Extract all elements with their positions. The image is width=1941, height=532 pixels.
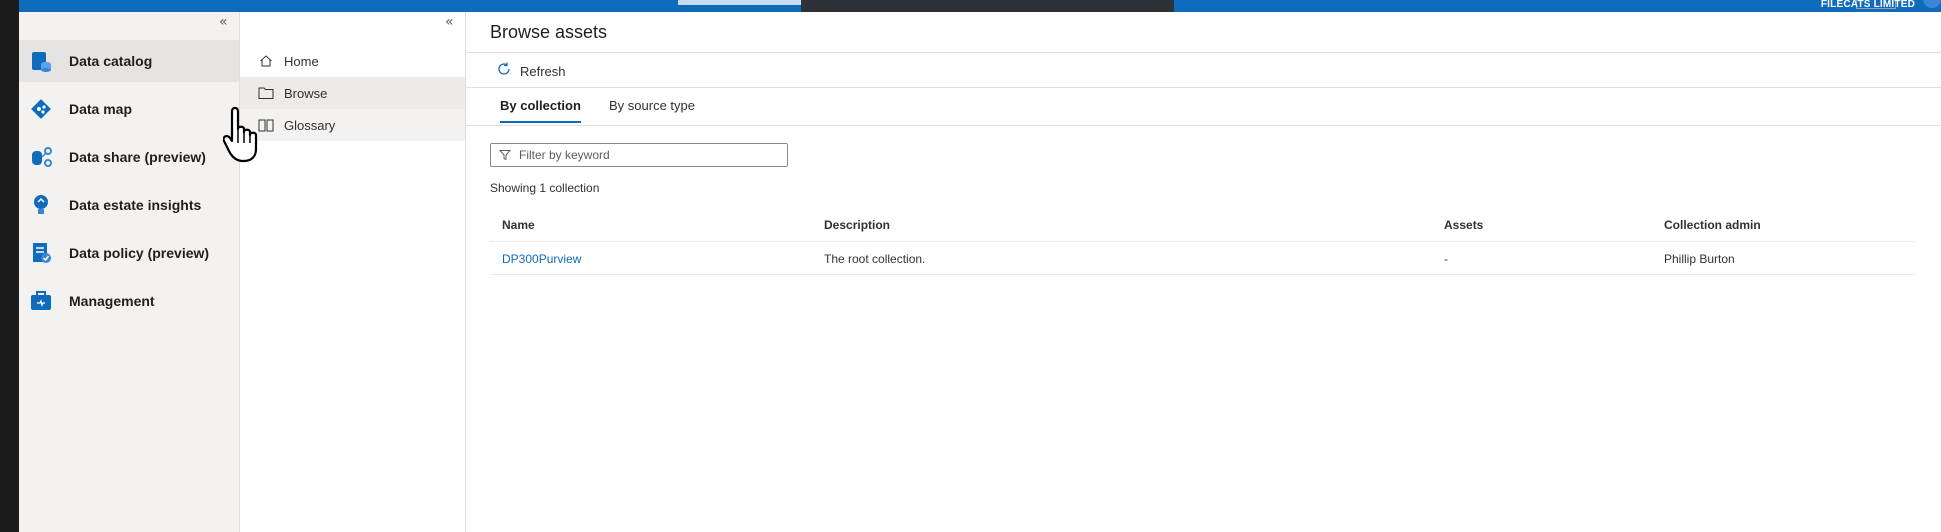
collections-table: Name Description Assets Collection admin… [490, 209, 1916, 275]
main-content: Browse assets Refresh By collection By s… [466, 12, 1941, 532]
results-count: Showing 1 collection [490, 181, 600, 195]
refresh-label: Refresh [520, 64, 566, 79]
sub-nav-item-glossary[interactable]: Glossary [240, 109, 465, 141]
nav-item-data-catalog[interactable]: Data catalog [19, 40, 239, 82]
tab-by-collection[interactable]: By collection [500, 98, 581, 123]
sub-nav-item-label: Browse [284, 85, 328, 101]
global-search-box[interactable] [678, 0, 820, 5]
command-bar: Refresh [466, 52, 1941, 88]
table-row[interactable]: DP300Purview The root collection. - Phil… [490, 242, 1916, 275]
collection-name-link[interactable]: DP300Purview [502, 252, 581, 266]
collection-assets: - [1444, 252, 1448, 266]
org-name: FILECATS LIMITED [1820, 0, 1915, 10]
data-share-icon [27, 143, 55, 171]
nav-item-label: Data map [69, 101, 133, 117]
left-nav: « Data catalog Data map Data share (prev… [19, 12, 240, 532]
column-header-assets[interactable]: Assets [1444, 218, 1483, 232]
management-icon [27, 287, 55, 315]
nav-item-label: Data share (preview) [69, 149, 206, 165]
filter-placeholder: Filter by keyword [519, 148, 610, 162]
column-header-collection-admin[interactable]: Collection admin [1664, 218, 1761, 232]
sub-nav: « Home Browse Glossary [240, 12, 466, 532]
collection-admin: Phillip Burton [1664, 252, 1735, 266]
folder-icon [258, 85, 274, 101]
collapse-sub-nav-icon[interactable]: « [445, 14, 454, 30]
sub-nav-item-home[interactable]: Home [240, 45, 465, 77]
insights-icon [27, 191, 55, 219]
nav-item-data-policy[interactable]: Data policy (preview) [19, 232, 239, 274]
nav-item-data-estate-insights[interactable]: Data estate insights [19, 184, 239, 226]
refresh-icon [496, 61, 512, 82]
sub-nav-item-label: Home [284, 53, 319, 69]
nav-item-data-share[interactable]: Data share (preview) [19, 136, 239, 178]
collection-description: The root collection. [824, 252, 926, 266]
sub-nav-item-label: Glossary [284, 117, 336, 133]
table-header: Name Description Assets Collection admin [490, 209, 1916, 242]
top-bar: FILECATS LIMITED [19, 0, 1941, 19]
sub-nav-item-browse[interactable]: Browse [240, 77, 465, 109]
nav-item-label: Data estate insights [69, 197, 202, 213]
home-icon [258, 53, 274, 69]
refresh-button[interactable]: Refresh [496, 61, 566, 82]
nav-item-label: Data catalog [69, 53, 153, 69]
avatar[interactable] [1923, 0, 1941, 8]
nav-item-management[interactable]: Management [19, 280, 239, 322]
tab-bar: By collection By source type [466, 88, 1941, 126]
filter-input[interactable]: Filter by keyword [490, 143, 788, 167]
filter-icon [499, 149, 511, 161]
page-title: Browse assets [490, 22, 608, 42]
book-icon [258, 117, 274, 133]
collapse-left-nav-icon[interactable]: « [219, 14, 228, 30]
data-map-icon [27, 95, 55, 123]
data-catalog-icon [27, 47, 55, 75]
nav-item-label: Management [69, 293, 155, 309]
tab-by-source-type[interactable]: By source type [609, 98, 695, 121]
nav-item-label: Data policy (preview) [69, 245, 210, 261]
data-policy-icon [27, 239, 55, 267]
column-header-name[interactable]: Name [502, 218, 535, 232]
column-header-description[interactable]: Description [824, 218, 890, 232]
nav-item-data-map[interactable]: Data map [19, 88, 239, 130]
